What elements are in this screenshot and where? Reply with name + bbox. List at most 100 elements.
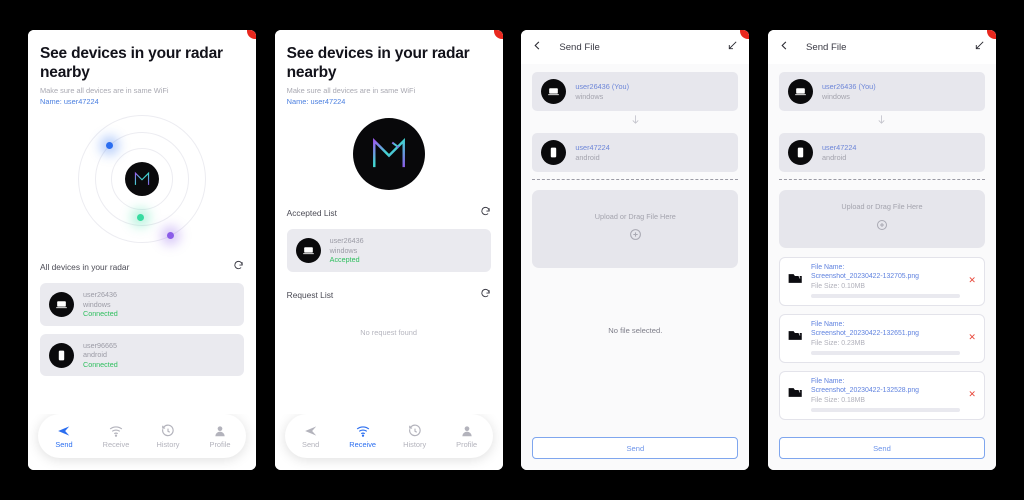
file-item-2-info: File Name: Screenshot_20230422-132528.pn… (810, 378, 961, 412)
nav-item-receive[interactable]: Receive (340, 424, 386, 449)
page-title: Send File (559, 41, 600, 53)
dropzone-label: Upload or Drag File Here (594, 212, 676, 221)
file-dropzone[interactable]: Upload or Drag File Here (778, 190, 985, 248)
chevron-left-icon[interactable] (779, 38, 790, 56)
file-name-label: File Name: (810, 320, 845, 328)
refresh-icon[interactable] (233, 258, 244, 276)
phone-icon (787, 140, 813, 165)
nav-item-send[interactable]: Send (41, 424, 87, 449)
send-file-header: Send File (521, 30, 750, 64)
nav-item-receive[interactable]: Receive (93, 424, 139, 449)
remove-file-icon[interactable]: ✕ (968, 389, 976, 400)
refresh-icon-request[interactable] (480, 286, 491, 304)
sender-meta: user26436 (You) windows (822, 82, 876, 101)
request-list-header: Request List (287, 286, 491, 304)
file-icon (788, 329, 803, 347)
nav-item-profile[interactable]: Profile (197, 424, 243, 449)
nav-label-profile: Profile (209, 439, 231, 449)
plus-circle-glyph (876, 220, 887, 230)
file-name-label: File Name: (810, 264, 845, 271)
arrow-down-left-icon[interactable] (727, 38, 738, 56)
refresh-glyph (481, 288, 490, 298)
arrow-down-icon (878, 115, 886, 124)
send-button[interactable]: Send (778, 437, 985, 459)
laptop-icon (787, 79, 813, 104)
bottom-nav-wrapper-1: Send Receive History Profile (28, 414, 256, 470)
accepted-row-0-os: windows (329, 245, 358, 255)
file-dropzone[interactable]: Upload or Drag File Here (532, 190, 739, 268)
file-glyph (788, 387, 802, 397)
file-item-0-name: Screenshot_20230422-132705.png (810, 272, 920, 280)
laptop-glyph (302, 247, 314, 255)
phone-glyph (797, 147, 804, 158)
radar-dot-purple[interactable] (167, 232, 174, 240)
plus-circle-icon[interactable] (876, 218, 888, 236)
file-glyph (788, 274, 802, 283)
wifi-icon (356, 425, 369, 437)
remove-file-icon[interactable]: ✕ (968, 275, 976, 286)
laptop-icon (541, 79, 567, 104)
send-file-body: user26436 (You) windows user47224 androi… (521, 64, 750, 437)
accepted-row-0[interactable]: user26436 windows Accepted (286, 229, 491, 272)
transfer-arrow (779, 111, 985, 133)
radar-visualization (62, 114, 222, 244)
nav-item-profile[interactable]: Profile (444, 424, 490, 449)
sender-meta: user26436 (You) windows (575, 82, 629, 101)
nav-item-history[interactable]: History (392, 424, 438, 449)
no-file-message: No file selected. (608, 326, 663, 335)
arrow-down-icon (632, 115, 639, 124)
refresh-icon-accepted[interactable] (480, 204, 491, 222)
selected-file-list: File Name: Screenshot_20230422-132705.pn… (778, 257, 985, 420)
file-item-1[interactable]: File Name: Screenshot_20230422-132651.pn… (778, 313, 985, 363)
nav-label-receive: Receive (349, 439, 376, 449)
receiver-user: user47224 (575, 142, 610, 152)
nav-item-send[interactable]: Send (288, 424, 334, 449)
device-row-1-status: Connected (83, 359, 118, 369)
sender-os: windows (821, 91, 850, 101)
laptop-icon (295, 238, 321, 264)
receiver-os: android (575, 152, 600, 162)
send-button[interactable]: Send (532, 437, 739, 459)
sender-card: user26436 (You) windows (778, 72, 985, 111)
dropzone-label: Upload or Drag File Here (841, 202, 923, 211)
device-list-header: All devices in your radar (40, 258, 244, 276)
radar-screen-body: See devices in your radar nearby Make su… (28, 30, 256, 414)
bottom-nav-wrapper-2: Send Receive History Profile (274, 414, 503, 470)
file-item-0-size: File Size: 0.10MB (810, 282, 865, 290)
profile-icon (215, 425, 225, 436)
laptop-glyph (56, 301, 67, 309)
receiver-os: android (821, 152, 847, 162)
bottom-nav-1: Send Receive History Profile (38, 414, 246, 458)
minimize-glyph (729, 41, 737, 50)
history-icon (162, 424, 174, 436)
nav-item-history[interactable]: History (145, 424, 191, 449)
history-icon (408, 424, 421, 436)
laptop-glyph (795, 88, 806, 96)
device-row-0[interactable]: user26436 windows Connected (40, 283, 244, 326)
device-row-0-user: user26436 (83, 290, 117, 300)
refresh-glyph (234, 261, 243, 270)
device-row-1-user: user96665 (83, 340, 117, 350)
screenshot-stage: See devices in your radar nearby Make su… (0, 0, 1024, 500)
transfer-arrow (532, 111, 738, 133)
nav-label-receive: Receive (102, 439, 130, 449)
arrow-down-left-icon[interactable] (974, 38, 985, 56)
chevron-left-icon[interactable] (532, 38, 543, 56)
device-row-1[interactable]: user96665 android Connected (40, 333, 244, 377)
send-icon (58, 425, 70, 436)
remove-file-icon[interactable]: ✕ (968, 332, 976, 343)
device-row-1-meta: user96665 android Connected (83, 341, 118, 370)
profile-icon (461, 425, 472, 436)
accepted-list-label: Accepted List (286, 208, 337, 219)
file-item-0[interactable]: File Name: Screenshot_20230422-132705.pn… (778, 257, 985, 306)
send-icon (304, 425, 316, 436)
device-row-0-status: Connected (83, 309, 118, 319)
plus-circle-icon[interactable] (629, 228, 642, 246)
file-item-2[interactable]: File Name: Screenshot_20230422-132528.pn… (778, 370, 985, 420)
send-action-bar: Send (767, 437, 996, 470)
receiver-card: user47224 android (778, 133, 985, 172)
file-icon (788, 272, 803, 290)
file-item-1-size: File Size: 0.23MB (810, 339, 865, 347)
app-logo (125, 162, 159, 197)
minimize-glyph (975, 41, 984, 50)
